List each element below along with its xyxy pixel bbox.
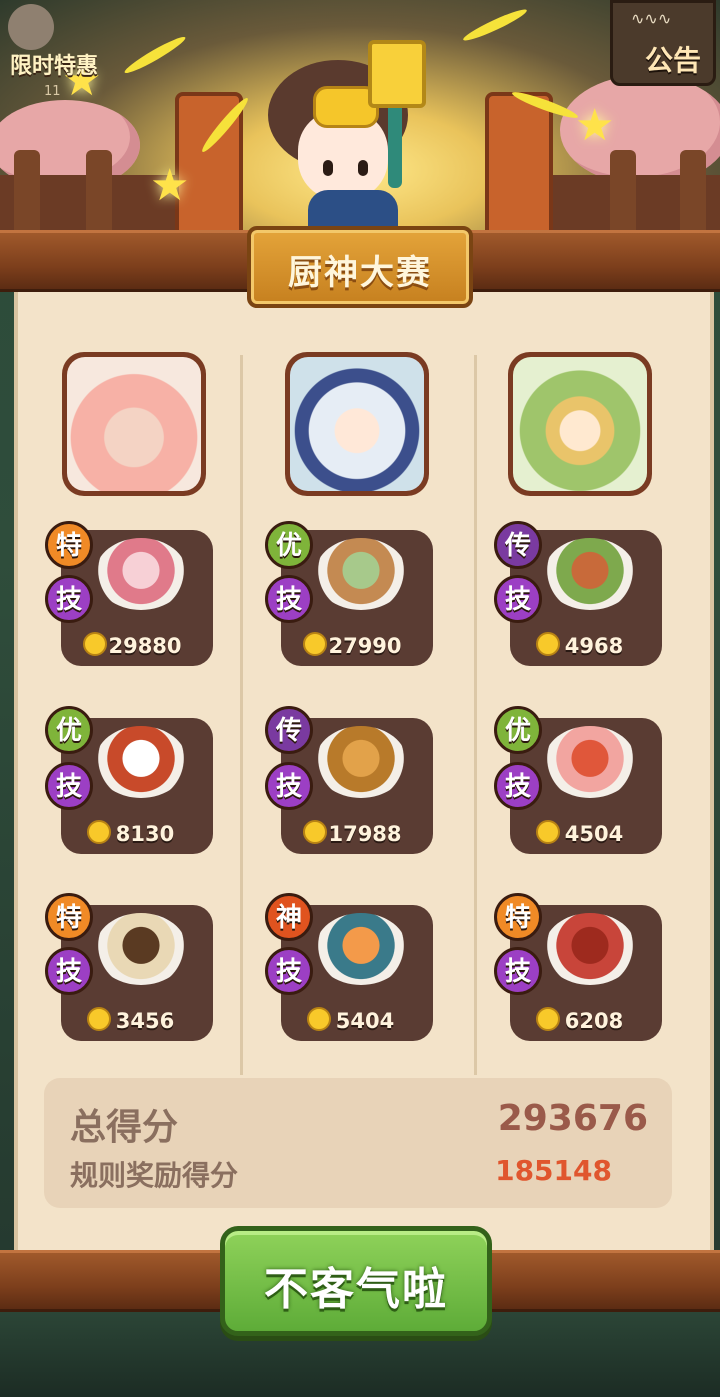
dish-price: 4968 [564, 634, 624, 658]
dish-price: 17988 [328, 822, 402, 846]
dish-price: 8130 [115, 822, 175, 846]
dish-price: 3456 [115, 1009, 175, 1033]
limited-offer-button[interactable]: 限时特惠 11 [4, 0, 114, 100]
limited-offer-label: 限时特惠 [10, 54, 99, 79]
sparkle-streak [461, 5, 529, 45]
dish-price: 6208 [564, 1009, 624, 1033]
bonus-score-value: 185148 [495, 1154, 612, 1187]
dish-image [544, 726, 636, 798]
tier-badge: 神 [265, 893, 313, 941]
skill-badge: 技 [45, 947, 93, 995]
dish-price: 29880 [108, 634, 182, 658]
star-icon: ★ [150, 160, 190, 211]
confirm-button[interactable]: 不客气啦 [220, 1226, 492, 1336]
limited-offer-timer: 11 [44, 84, 61, 99]
tier-badge: 传 [265, 706, 313, 754]
tier-badge: 特 [45, 893, 93, 941]
total-score-label: 总得分 [70, 1107, 179, 1148]
chef-portrait-1[interactable] [62, 352, 206, 496]
fence-post [14, 150, 40, 240]
skill-badge: 技 [265, 947, 313, 995]
pillar-right [485, 92, 553, 240]
score-panel: 总得分 293676 规则奖励得分 185148 [44, 1078, 672, 1208]
dish-image [95, 538, 187, 610]
skill-badge: 技 [494, 575, 542, 623]
dish-price: 4504 [564, 822, 624, 846]
limited-offer-icon [8, 4, 54, 50]
sparkle-streak [122, 33, 188, 77]
fence-post [86, 150, 112, 240]
total-score-value: 293676 [497, 1098, 648, 1139]
dish-image [95, 913, 187, 985]
tier-badge: 优 [265, 521, 313, 569]
notice-button[interactable]: ∿∿∿ 公告 [610, 0, 716, 86]
tier-badge: 特 [45, 521, 93, 569]
dish-image [315, 726, 407, 798]
skill-badge: 技 [494, 762, 542, 810]
fence-post [680, 150, 706, 240]
confirm-button-label: 不客气啦 [264, 1264, 448, 1315]
dish-image [315, 913, 407, 985]
page-title: 厨神大赛 [288, 253, 432, 293]
chef-portrait-3[interactable] [508, 352, 652, 496]
dish-price: 5404 [335, 1009, 395, 1033]
column-divider [240, 355, 243, 1075]
tier-badge: 优 [45, 706, 93, 754]
dish-image [544, 913, 636, 985]
golden-hammer-icon [368, 40, 426, 108]
skill-badge: 技 [45, 575, 93, 623]
bonus-score-label: 规则奖励得分 [70, 1159, 239, 1192]
notice-decor-icon: ∿∿∿ [631, 9, 672, 28]
chef-portrait-2[interactable] [285, 352, 429, 496]
star-icon: ★ [575, 100, 615, 151]
tier-badge: 优 [494, 706, 542, 754]
dish-price: 27990 [328, 634, 402, 658]
tier-badge: 特 [494, 893, 542, 941]
fence-post [610, 150, 636, 240]
skill-badge: 技 [494, 947, 542, 995]
notice-label: 公告 [644, 44, 701, 77]
skill-badge: 技 [265, 762, 313, 810]
dish-image [315, 538, 407, 610]
column-divider [474, 355, 477, 1075]
title-plate: 厨神大赛 [247, 226, 473, 308]
skill-badge: 技 [45, 762, 93, 810]
dish-image [544, 538, 636, 610]
chef-god-character [268, 40, 438, 240]
skill-badge: 技 [265, 575, 313, 623]
dish-image [95, 726, 187, 798]
tier-badge: 传 [494, 521, 542, 569]
